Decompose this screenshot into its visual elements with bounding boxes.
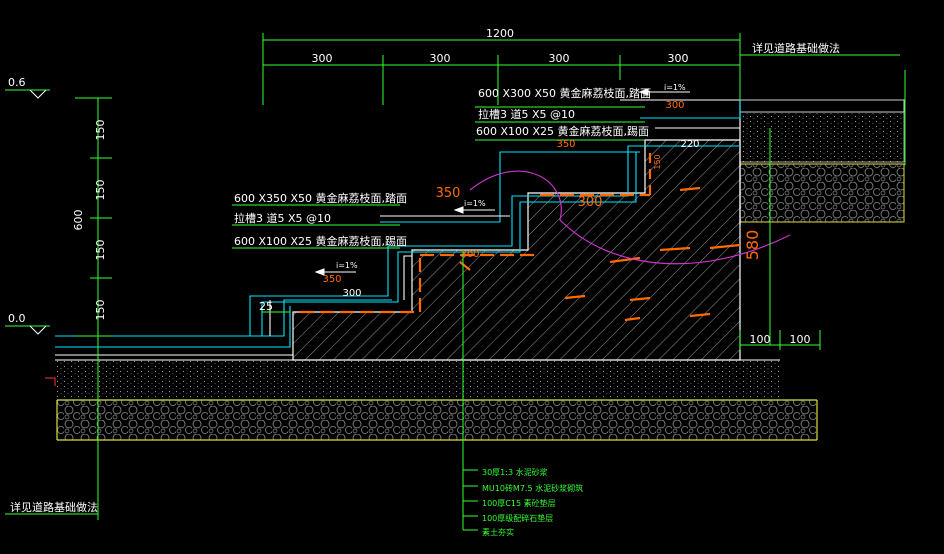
- layer-label-2: MU10砖M7.5 水泥砂浆砌筑: [482, 483, 583, 493]
- level-top-marker: [29, 89, 47, 99]
- dim-25-label: 25: [259, 300, 273, 313]
- layer-label-3: 100厚C15 素砼垫层: [482, 498, 556, 508]
- step-chain-white-1: [403, 255, 412, 300]
- dim-total-label: 1200: [486, 27, 514, 40]
- tread-low-label: 350: [322, 274, 341, 285]
- tread-top-label: 300: [665, 100, 684, 111]
- concrete-cushion-layer: [55, 360, 780, 398]
- right-road-surface: [739, 99, 905, 113]
- layer-label-1: 30厚1:3 水泥砂浆: [482, 467, 548, 477]
- upper-tread-stone-label: 600 X300 X50 黄金麻荔枝面,踏面: [478, 86, 651, 100]
- upper-riser-stone-label: 600 X100 X25 黄金麻荔枝面,踢面: [476, 124, 649, 138]
- right-road-base: [739, 111, 905, 163]
- right-road-gravel: [739, 163, 905, 223]
- orange-350-label: 350: [436, 186, 461, 201]
- level-bottom-marker: [29, 325, 47, 335]
- slope-top-label: i=1%: [664, 83, 686, 92]
- dim-segment-4: 300: [668, 52, 689, 65]
- riser-small-label: 150: [653, 154, 662, 169]
- upper-groove-label: 拉槽3 道5 X5 @10: [478, 107, 575, 121]
- dim-riser-4: 150: [94, 300, 107, 321]
- slope-mid-label: i=1%: [464, 199, 486, 208]
- dim-base-right-1: 100: [750, 333, 771, 346]
- stair-section-drawing: 1200 300 300 300 300 150 150 150 150 600…: [5, 27, 906, 537]
- layer-label-5: 素土夯实: [482, 527, 514, 537]
- dim-segment-3: 300: [549, 52, 570, 65]
- top-right-ref-label: 详见道路基础做法: [752, 41, 840, 55]
- tread-low-back2-label: 300: [342, 288, 361, 299]
- left-marker: [45, 377, 56, 386]
- slope-low-label: i=1%: [336, 261, 358, 270]
- lower-riser-stone-label: 600 X100 X25 黄金麻荔枝面,踢面: [234, 234, 407, 248]
- dim-riser-1: 150: [94, 120, 107, 141]
- dim-segment-2: 300: [430, 52, 451, 65]
- bottom-left-ref-label: 详见道路基础做法: [10, 500, 98, 514]
- cad-drawing-canvas: 1200 300 300 300 300 150 150 150 150 600…: [0, 0, 944, 549]
- level-bottom-label: 0.0: [8, 312, 26, 325]
- gravel-layer: [57, 400, 817, 440]
- lower-tread-stone-label: 600 X350 X50 黄金麻荔枝面,踏面: [234, 191, 407, 205]
- tread-mid-upper-label: 350: [556, 139, 575, 150]
- foundation-layers: [45, 359, 818, 441]
- orange-300-label: 300: [578, 195, 603, 210]
- slope-arrowhead-mid: [453, 206, 464, 214]
- dim-580-label: 580: [743, 230, 762, 261]
- dim-base-right-2: 100: [790, 333, 811, 346]
- layer-label-4: 100厚级配碎石垫层: [482, 513, 553, 523]
- top-tread-cyan: [640, 100, 741, 119]
- lower-groove-label: 拉槽3 道5 X5 @10: [234, 211, 331, 225]
- low-pavement-finish: [55, 306, 291, 348]
- dim-total-height: 600: [72, 210, 85, 231]
- level-top-label: 0.6: [8, 76, 26, 89]
- tread-mid-back-label: 220: [680, 139, 699, 150]
- stair-body: [292, 99, 905, 361]
- dim-riser-3: 150: [94, 240, 107, 261]
- dim-segment-1: 300: [312, 52, 333, 65]
- dim-riser-2: 150: [94, 180, 107, 201]
- tread-low-back-label: 300: [460, 249, 479, 260]
